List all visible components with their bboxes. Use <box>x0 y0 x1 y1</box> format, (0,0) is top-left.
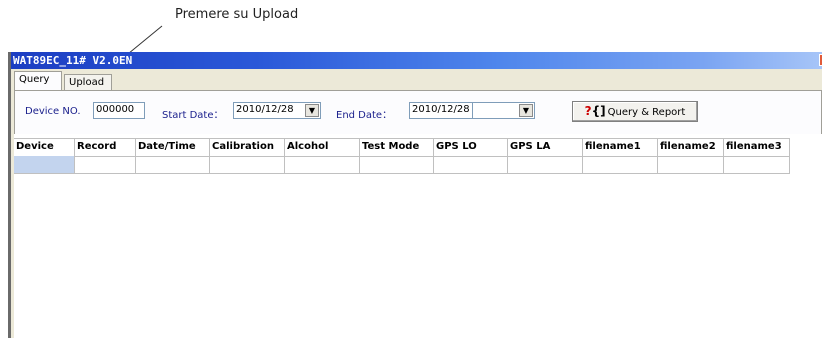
tab-upload[interactable]: Upload <box>64 74 112 91</box>
table-cell[interactable] <box>434 156 508 173</box>
window-title: WAT89EC_11# V2.0EN <box>13 54 133 67</box>
app-window: WAT89EC_11# V2.0EN Query Upload Device N… <box>8 52 822 338</box>
table-cell[interactable] <box>658 156 724 173</box>
column-header[interactable]: Calibration <box>210 139 285 156</box>
chevron-down-icon[interactable]: ▼ <box>519 104 533 117</box>
table-cell[interactable] <box>210 156 285 173</box>
results-grid[interactable]: Device Record Date/Time Calibration Alcohol T… <box>14 134 822 338</box>
title-bar[interactable]: WAT89EC_11# V2.0EN <box>11 52 822 69</box>
table-cell[interactable] <box>724 156 790 173</box>
column-header[interactable]: filename3 <box>724 139 790 156</box>
query-report-icon: ? <box>584 104 592 118</box>
start-date-value: 2010/12/28 <box>236 104 294 115</box>
table-cell[interactable] <box>508 156 583 173</box>
tab-query[interactable]: Query <box>14 71 62 90</box>
table-cell[interactable] <box>136 156 210 173</box>
query-panel: Device NO. 000000 Start Date： 2010/12/28… <box>14 90 822 134</box>
table-cell[interactable] <box>360 156 434 173</box>
column-header[interactable]: Record <box>75 139 136 156</box>
grid-header: Device Record Date/Time Calibration Alcohol T… <box>14 138 790 157</box>
column-header[interactable]: GPS LA <box>508 139 583 156</box>
bracket-icon: {] <box>591 104 606 118</box>
annotation-text: Premere su Upload <box>175 7 299 22</box>
end-date-combo[interactable]: ▼ <box>473 102 535 119</box>
table-cell[interactable] <box>75 156 136 173</box>
query-report-label: Query & Report <box>607 107 686 118</box>
device-label: Device NO. <box>25 106 81 117</box>
end-date-input[interactable]: 2010/12/28 <box>409 102 473 119</box>
table-cell[interactable] <box>14 156 75 173</box>
table-row[interactable] <box>14 156 790 174</box>
start-date-picker[interactable]: 2010/12/28 ▼ <box>233 102 321 119</box>
column-header[interactable]: GPS LO <box>434 139 508 156</box>
table-cell[interactable] <box>583 156 658 173</box>
column-header[interactable]: Device <box>14 139 75 156</box>
chevron-down-icon[interactable]: ▼ <box>305 104 319 117</box>
column-header[interactable]: Date/Time <box>136 139 210 156</box>
device-input[interactable]: 000000 <box>93 102 145 119</box>
table-cell[interactable] <box>285 156 360 173</box>
column-header[interactable]: Test Mode <box>360 139 434 156</box>
column-header[interactable]: filename1 <box>583 139 658 156</box>
column-header[interactable]: Alcohol <box>285 139 360 156</box>
start-date-label: Start Date： <box>162 110 224 121</box>
query-report-button[interactable]: ?{] Query & Report <box>572 101 698 122</box>
column-header[interactable]: filename2 <box>658 139 724 156</box>
end-date-label: End Date： <box>336 110 393 121</box>
